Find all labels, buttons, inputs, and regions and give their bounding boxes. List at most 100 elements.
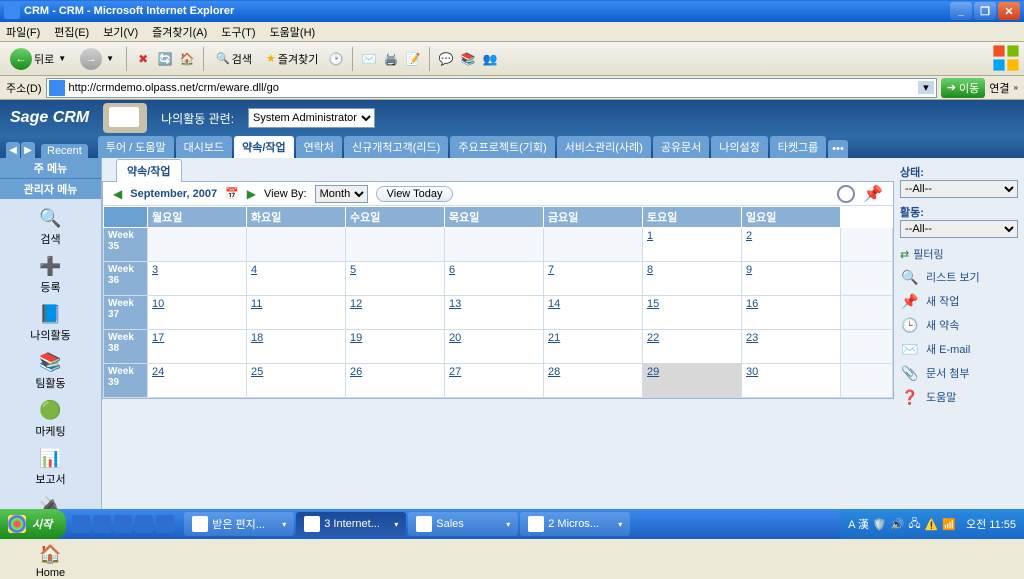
right-action[interactable]: 📌새 작업	[900, 292, 1018, 310]
clock-icon[interactable]	[837, 185, 855, 203]
back-button[interactable]: ←뒤로▼	[6, 46, 70, 72]
calendar-cell[interactable]: 24	[148, 364, 247, 398]
tab-more[interactable]: •••	[828, 140, 848, 158]
calendar-icon[interactable]: 📅	[225, 187, 239, 200]
left-head-admin[interactable]: 관리자 메뉴	[0, 179, 101, 199]
taskbar-task[interactable]: 2 Micros...▾	[520, 512, 630, 536]
tab-dashboard[interactable]: 대시보드	[176, 136, 232, 158]
left-item[interactable]: 🏠Home	[0, 543, 101, 579]
research-button[interactable]: 📚	[460, 51, 476, 67]
clock[interactable]: 오전 11:55	[966, 516, 1016, 532]
view-today-button[interactable]: View Today	[376, 186, 454, 202]
ql-icon[interactable]	[135, 515, 153, 533]
prev-month-button[interactable]: ◀	[113, 187, 122, 201]
ql-icon[interactable]	[72, 515, 90, 533]
week-label[interactable]: Week36	[104, 262, 148, 296]
tab-prev-button[interactable]: ◀	[6, 142, 20, 158]
calendar-cell[interactable]: 11	[247, 296, 346, 330]
right-action[interactable]: 📎문서 첨부	[900, 364, 1018, 382]
menu-file[interactable]: 파일(F)	[6, 24, 40, 40]
links-label[interactable]: 연결	[989, 80, 1009, 96]
status-select[interactable]: --All--	[900, 180, 1018, 198]
tab-next-button[interactable]: ▶	[21, 142, 35, 158]
calendar-cell[interactable]: 15	[643, 296, 742, 330]
tab-tour[interactable]: 투어 / 도움말	[98, 136, 174, 158]
menu-help[interactable]: 도움말(H)	[270, 24, 316, 40]
calendar-cell[interactable]: 6	[445, 262, 544, 296]
calendar-cell[interactable]: 12	[346, 296, 445, 330]
tab-mysettings[interactable]: 나의설정	[711, 136, 767, 158]
period-select[interactable]: Month	[315, 185, 368, 203]
refresh-button[interactable]: 🔄	[157, 51, 173, 67]
calendar-cell[interactable]: 29	[643, 364, 742, 398]
minimize-button[interactable]: _	[950, 2, 972, 20]
history-button[interactable]: 🕑	[328, 51, 344, 67]
forward-button[interactable]: →▼	[76, 46, 118, 72]
left-item[interactable]: 📘나의활동	[0, 303, 101, 343]
calendar-cell[interactable]	[445, 228, 544, 262]
calendar-cell[interactable]: 25	[247, 364, 346, 398]
taskbar-task[interactable]: 받은 편지...▾	[184, 512, 294, 536]
calendar-cell[interactable]: 8	[643, 262, 742, 296]
calendar-cell[interactable]: 28	[544, 364, 643, 398]
tab-appointments[interactable]: 약속/작업	[234, 136, 294, 158]
calendar-cell[interactable]: 22	[643, 330, 742, 364]
taskbar-task[interactable]: Sales▾	[408, 512, 518, 536]
calendar-cell[interactable]: 5	[346, 262, 445, 296]
calendar-cell[interactable]: 14	[544, 296, 643, 330]
calendar-cell[interactable]: 21	[544, 330, 643, 364]
calendar-cell[interactable]: 7	[544, 262, 643, 296]
calendar-cell[interactable]: 2	[742, 228, 841, 262]
menu-tools[interactable]: 도구(T)	[221, 24, 255, 40]
stop-button[interactable]: ✖	[135, 51, 151, 67]
calendar-cell[interactable]: 16	[742, 296, 841, 330]
tab-cases[interactable]: 서비스관리(사례)	[557, 136, 651, 158]
calendar-cell[interactable]: 19	[346, 330, 445, 364]
calendar-cell[interactable]: 27	[445, 364, 544, 398]
edit-button[interactable]: 📝	[405, 51, 421, 67]
left-item[interactable]: ➕등록	[0, 255, 101, 295]
calendar-cell[interactable]: 9	[742, 262, 841, 296]
calendar-cell[interactable]: 17	[148, 330, 247, 364]
tab-contacts[interactable]: 연락처	[296, 136, 342, 158]
go-button[interactable]: ➔ 이동	[941, 78, 985, 98]
ql-icon[interactable]	[93, 515, 111, 533]
left-item[interactable]: 🔍검색	[0, 207, 101, 247]
week-label[interactable]: Week39	[104, 364, 148, 398]
ql-icon[interactable]	[156, 515, 174, 533]
url-input[interactable]: http://crmdemo.olpass.net/crm/eware.dll/…	[46, 78, 937, 98]
maximize-button[interactable]: ❐	[974, 2, 996, 20]
week-label[interactable]: Week35	[104, 228, 148, 262]
calendar-cell[interactable]: 18	[247, 330, 346, 364]
calendar-cell[interactable]: 4	[247, 262, 346, 296]
activity-select[interactable]: --All--	[900, 220, 1018, 238]
discuss-button[interactable]: 💬	[438, 51, 454, 67]
home-button[interactable]: 🏠	[179, 51, 195, 67]
calendar-cell[interactable]: 10	[148, 296, 247, 330]
calendar-cell[interactable]: 13	[445, 296, 544, 330]
subtab-appointments[interactable]: 약속/작업	[116, 159, 182, 182]
recent-button[interactable]: Recent	[41, 144, 88, 158]
tab-leads[interactable]: 신규개척고객(리드)	[344, 136, 448, 158]
week-label[interactable]: Week37	[104, 296, 148, 330]
user-select[interactable]: System Administrator	[248, 108, 375, 128]
right-action[interactable]: 🕒새 약속	[900, 316, 1018, 334]
calendar-cell[interactable]: 1	[643, 228, 742, 262]
calendar-cell[interactable]: 20	[445, 330, 544, 364]
lang-indicator[interactable]: A 漢	[848, 516, 869, 532]
left-head-main[interactable]: 주 메뉴	[0, 158, 101, 179]
calendar-cell[interactable]	[544, 228, 643, 262]
right-action[interactable]: 🔍리스트 보기	[900, 268, 1018, 286]
calendar-cell[interactable]	[247, 228, 346, 262]
tab-targetgroup[interactable]: 타켓그룹	[770, 136, 826, 158]
messenger-button[interactable]: 👥	[482, 51, 498, 67]
taskbar-task[interactable]: 3 Internet...▾	[296, 512, 406, 536]
close-button[interactable]: ✕	[998, 2, 1020, 20]
print-button[interactable]: 🖨️	[383, 51, 399, 67]
left-item[interactable]: 📊보고서	[0, 447, 101, 487]
start-button[interactable]: 시작	[0, 509, 66, 539]
menu-view[interactable]: 보기(V)	[103, 24, 138, 40]
left-item[interactable]: 🟢마케팅	[0, 399, 101, 439]
mail-button[interactable]: ✉️	[361, 51, 377, 67]
left-item[interactable]: 📚팀활동	[0, 351, 101, 391]
